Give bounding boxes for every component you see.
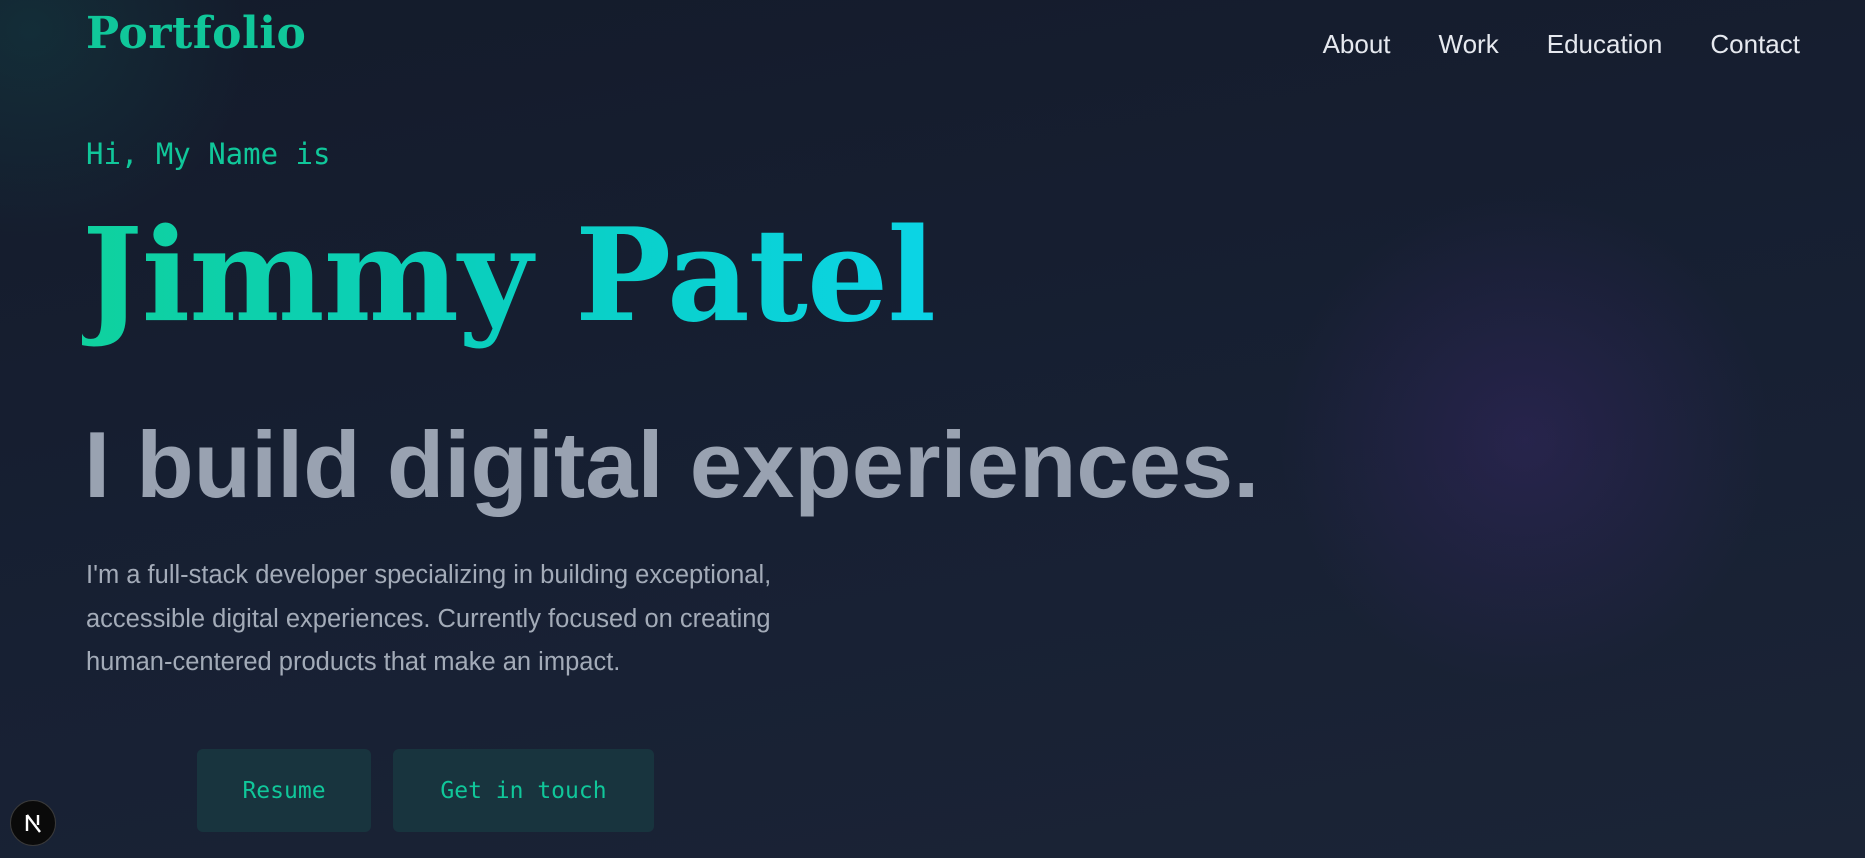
nextjs-icon (25, 814, 41, 833)
resume-button[interactable]: Resume (197, 749, 371, 832)
main-nav: About Work Education Contact (1275, 24, 1800, 64)
hero-intro: I'm a full-stack developer specializing … (86, 561, 772, 676)
nav-link-education[interactable]: Education (1547, 24, 1663, 64)
get-in-touch-button[interactable]: Get in touch (393, 749, 654, 832)
nav-link-about[interactable]: About (1323, 24, 1391, 64)
hero-greeting: Hi, My Name is (86, 137, 331, 171)
nav-link-work[interactable]: Work (1439, 24, 1499, 64)
site-logo[interactable]: Portfolio (86, 4, 306, 64)
nav-link-contact[interactable]: Contact (1710, 24, 1800, 64)
nextjs-dev-indicator[interactable] (10, 800, 56, 846)
hero-tagline: I build digital experiences. (84, 412, 1260, 517)
hero-name: Jimmy Patel (82, 196, 936, 356)
